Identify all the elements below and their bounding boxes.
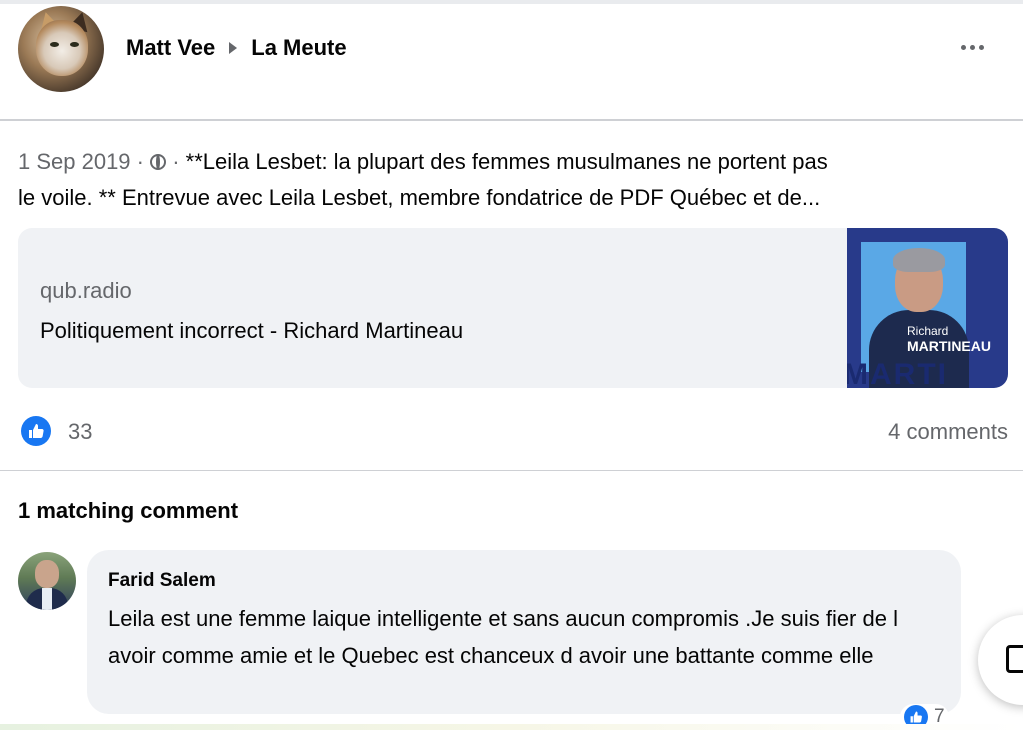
avatar-shirt bbox=[42, 588, 52, 610]
comment-bubble: Farid Salem Leila est une femme laique i… bbox=[87, 550, 961, 714]
post-text-line1: **Leila Lesbet: la plupart des femmes mu… bbox=[185, 149, 828, 174]
author-avatar[interactable] bbox=[18, 6, 104, 92]
link-preview-card[interactable]: qub.radio Politiquement incorrect - Rich… bbox=[18, 228, 1008, 388]
top-separator bbox=[0, 0, 1023, 4]
commenter-avatar[interactable] bbox=[18, 552, 76, 610]
post-header: Matt Vee La Meute bbox=[126, 34, 347, 62]
thumbnail-name-small: Richard bbox=[907, 324, 949, 338]
divider bbox=[0, 470, 1023, 471]
link-title: Politiquement incorrect - Richard Martin… bbox=[40, 318, 464, 343]
post-text-line2[interactable]: le voile. ** Entrevue avec Leila Lesbet,… bbox=[18, 185, 820, 210]
divider bbox=[0, 119, 1023, 121]
dot bbox=[969, 44, 975, 50]
thumbnail-person-hair bbox=[893, 248, 945, 272]
group-name[interactable]: La Meute bbox=[251, 35, 346, 61]
like-icon[interactable] bbox=[21, 416, 51, 446]
dot bbox=[960, 44, 966, 50]
comment-author[interactable]: Farid Salem bbox=[108, 570, 216, 592]
bottom-edge bbox=[0, 724, 1023, 730]
avatar-eye bbox=[70, 42, 79, 47]
author-name[interactable]: Matt Vee bbox=[126, 35, 215, 61]
comments-count[interactable]: 4 comments bbox=[888, 419, 1008, 445]
dot bbox=[978, 44, 984, 50]
more-options-icon[interactable] bbox=[952, 32, 992, 62]
edit-icon bbox=[1006, 645, 1023, 673]
thumbnail-name-big: MARTINEAU bbox=[907, 338, 991, 354]
avatar-eye bbox=[50, 42, 59, 47]
meta-separator: · bbox=[166, 149, 186, 174]
post-date[interactable]: 1 Sep 2019 bbox=[18, 149, 131, 174]
matching-comments-heading: 1 matching comment bbox=[18, 498, 239, 523]
like-count[interactable]: 33 bbox=[68, 419, 92, 445]
compose-button[interactable] bbox=[978, 615, 1023, 705]
link-thumbnail: Richard MARTINEAU MARTI bbox=[847, 228, 1008, 388]
globe-icon[interactable] bbox=[150, 154, 167, 170]
link-domain: qub.radio bbox=[40, 278, 132, 303]
avatar-face bbox=[36, 20, 88, 76]
arrow-right-icon bbox=[229, 42, 238, 54]
post-body: 1 Sep 2019 · · **Leila Lesbet: la plupar… bbox=[18, 144, 1003, 216]
avatar-head bbox=[35, 560, 59, 588]
thumbnail-bottom-text: MARTI bbox=[847, 358, 948, 388]
comment-text: Leila est une femme laique intelligente … bbox=[108, 606, 898, 668]
meta-separator: · bbox=[130, 149, 151, 174]
thumbs-up-icon bbox=[910, 711, 922, 723]
thumbs-up-icon bbox=[29, 424, 44, 438]
